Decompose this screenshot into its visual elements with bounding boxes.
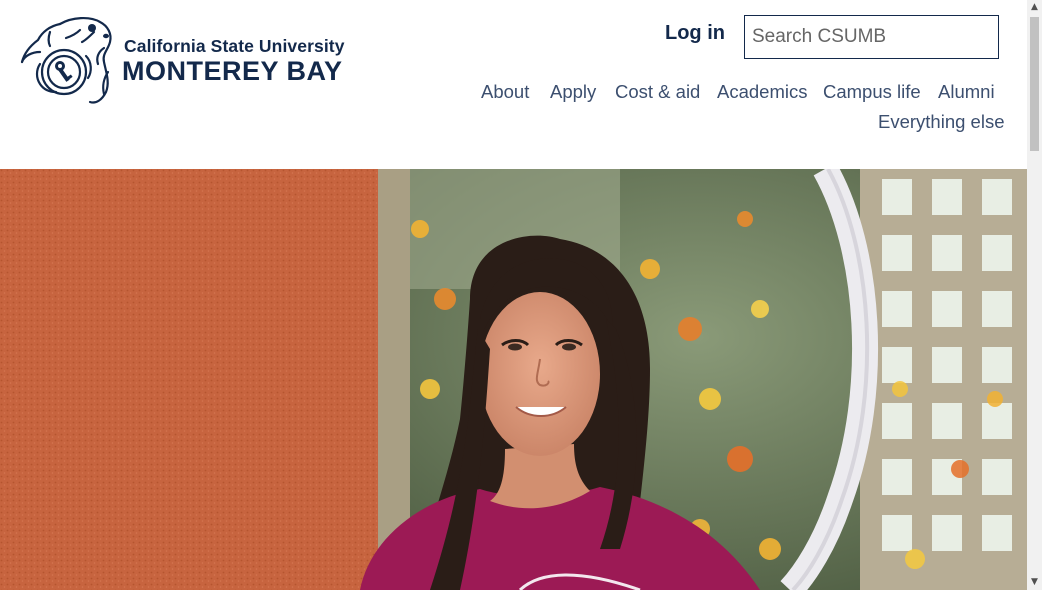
student-portrait-photo xyxy=(0,169,1027,590)
page-scrollbar[interactable]: ▲ ▼ xyxy=(1027,0,1042,590)
login-link[interactable]: Log in xyxy=(665,22,725,45)
nav-item-about[interactable]: About xyxy=(481,81,529,103)
nav-item-academics[interactable]: Academics xyxy=(717,81,807,103)
scroll-down-arrow-icon[interactable]: ▼ xyxy=(1027,575,1042,590)
logo-university-name: California State University xyxy=(124,36,345,56)
search-input[interactable] xyxy=(744,15,999,59)
site-header: California State University MONTEREY BAY… xyxy=(0,0,1027,169)
nav-item-campus-life[interactable]: Campus life xyxy=(823,81,921,103)
nav-item-apply[interactable]: Apply xyxy=(550,81,596,103)
scrollbar-thumb[interactable] xyxy=(1030,17,1039,151)
csumb-logo-link[interactable]: California State University MONTEREY BAY xyxy=(20,16,345,108)
nav-item-alumni[interactable]: Alumni xyxy=(938,81,995,103)
logo-campus-name: MONTEREY BAY xyxy=(122,56,343,86)
nav-item-cost-aid[interactable]: Cost & aid xyxy=(615,81,700,103)
nav-item-everything-else[interactable]: Everything else xyxy=(878,111,1004,133)
hero-image xyxy=(0,169,1027,590)
scroll-up-arrow-icon[interactable]: ▲ xyxy=(1027,0,1042,15)
sea-otter-logo-icon xyxy=(20,17,112,104)
